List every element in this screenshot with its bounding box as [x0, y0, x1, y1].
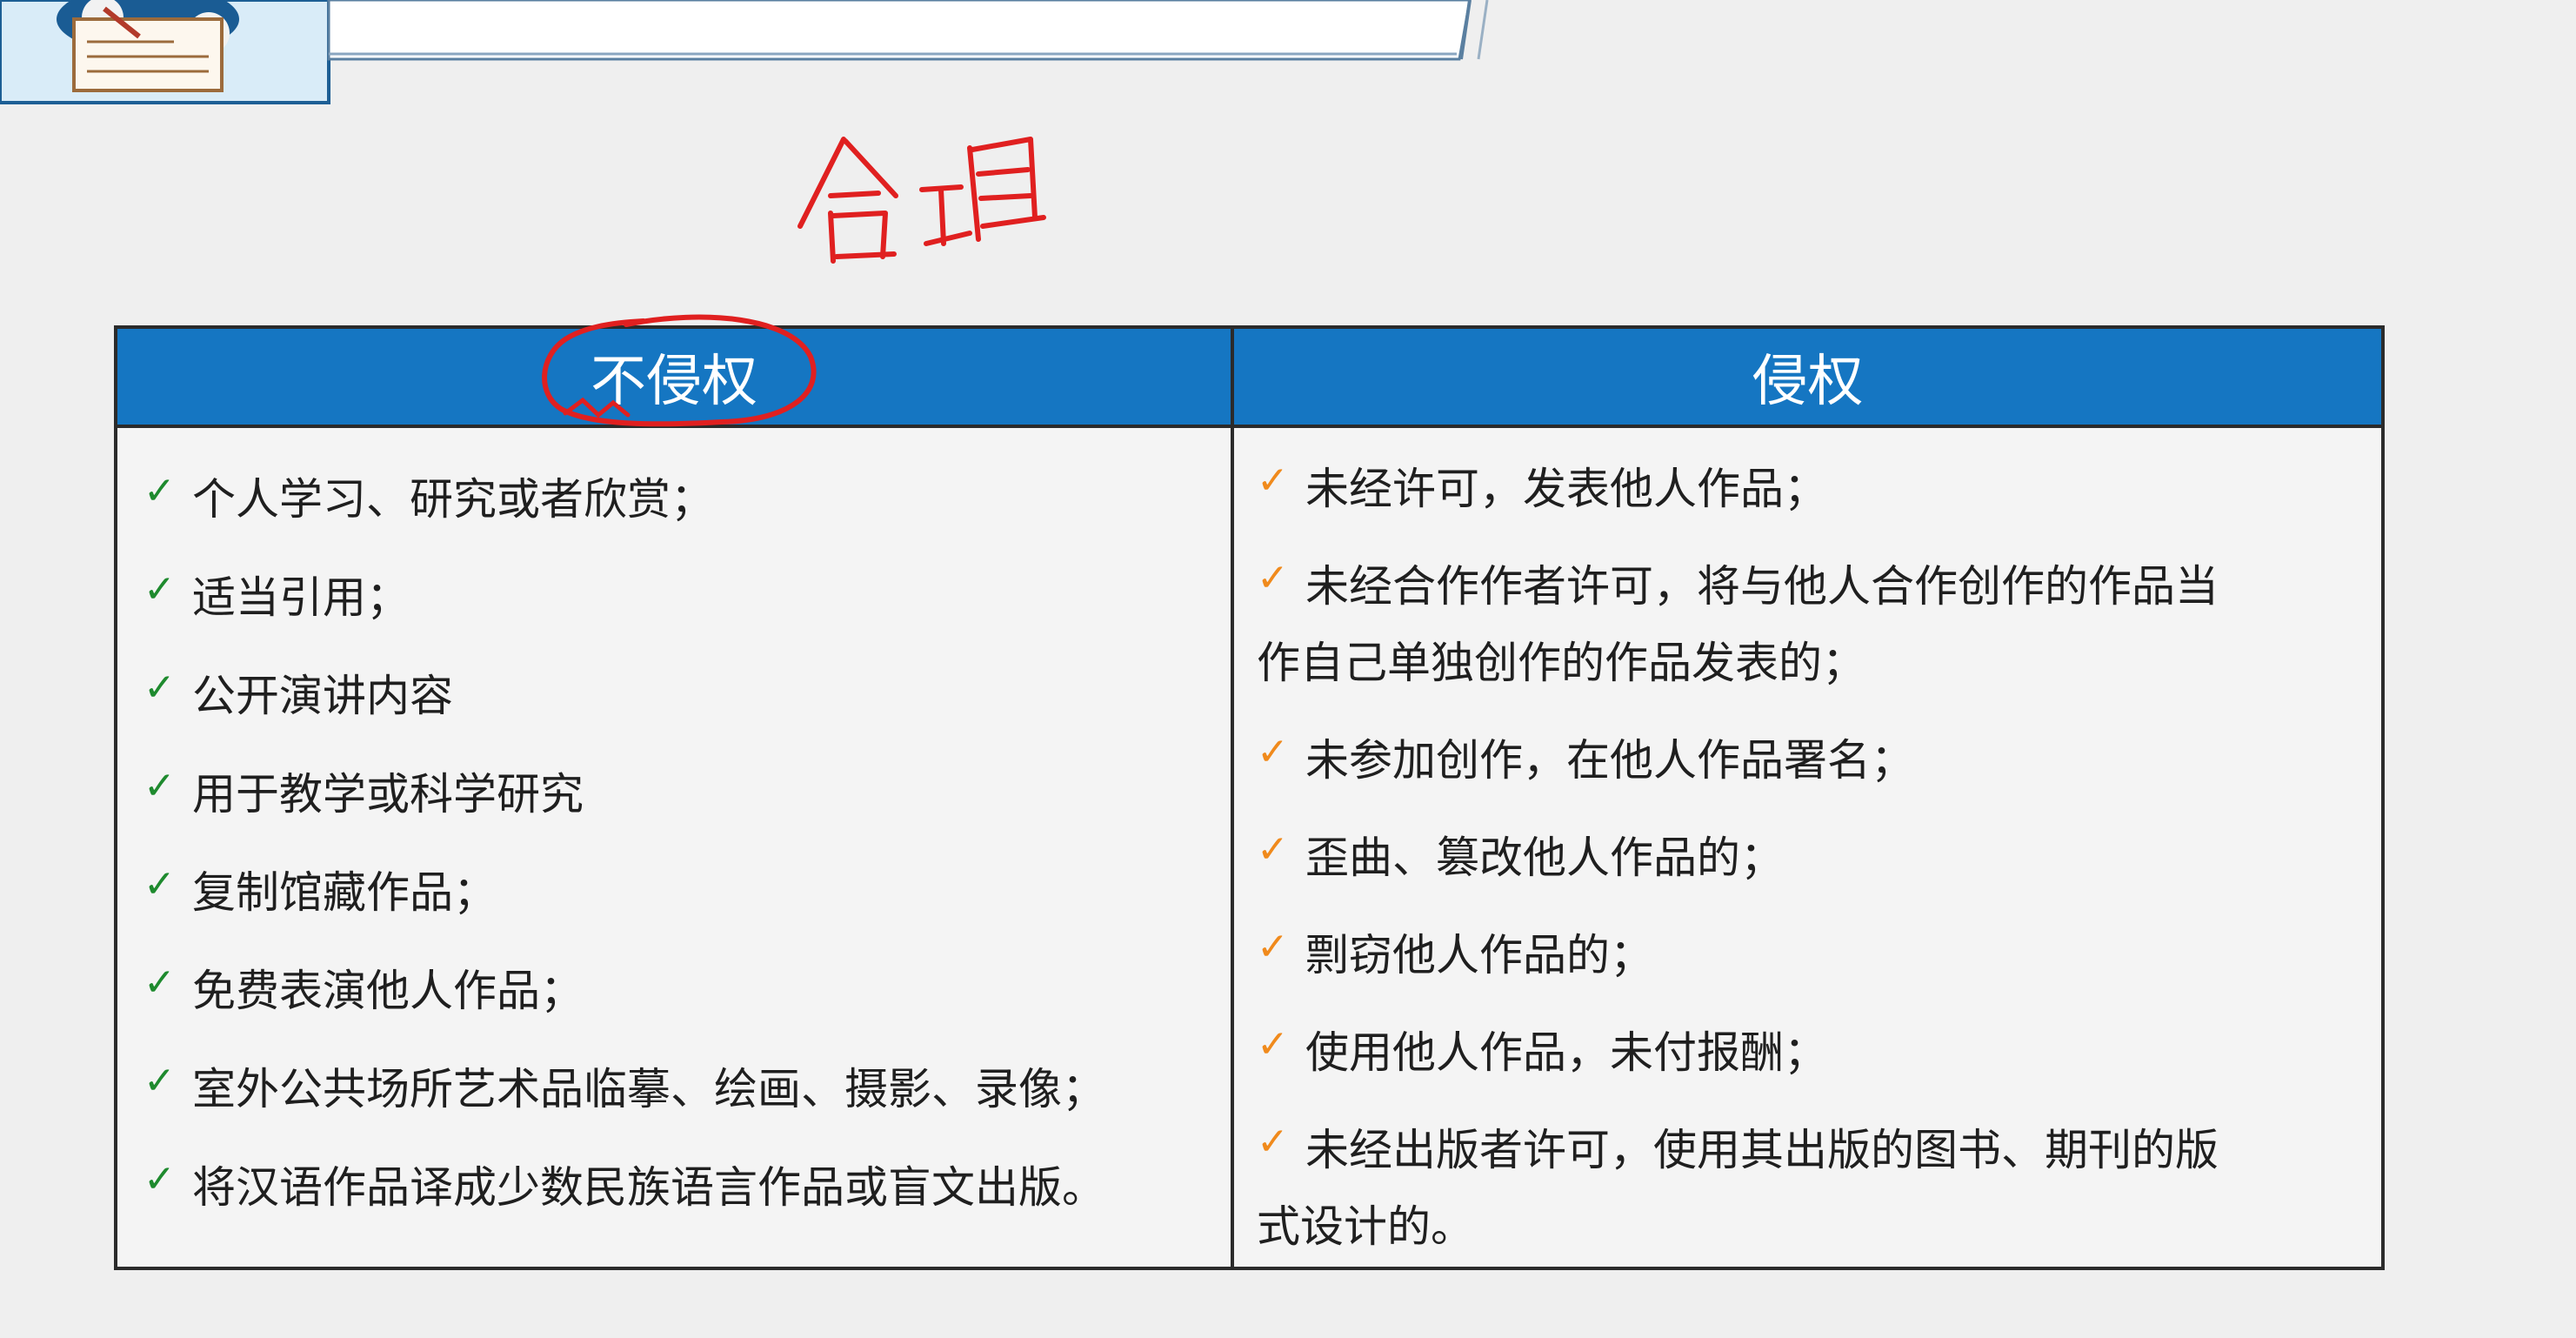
list-item: ✓ 未经出版者许可，使用其出版的图书、期刊的版 式设计的。: [1257, 1112, 2361, 1265]
list-item: ✓ 将汉语作品译成少数民族语言作品或盲文出版。: [143, 1149, 1222, 1226]
check-icon: ✓: [143, 862, 176, 906]
non-infringement-list: ✓ 个人学习、研究或者欣赏； ✓ 适当引用； ✓ 公开演讲内容 ✓ 用于教学或科学研究 …: [143, 461, 1222, 1248]
list-item: ✓ 未经许可，发表他人作品；: [1257, 451, 2361, 527]
check-icon: ✓: [1257, 925, 1289, 969]
list-item: ✓ 个人学习、研究或者欣赏；: [143, 461, 1222, 538]
check-icon: ✓: [143, 567, 176, 612]
check-icon: ✓: [1257, 827, 1289, 872]
check-icon: ✓: [143, 960, 176, 1005]
check-icon: ✓: [143, 764, 176, 808]
table-header-row: 不侵权 侵权: [117, 329, 2381, 428]
check-icon: ✓: [1257, 556, 1289, 600]
header-circle-annotation: [542, 314, 817, 427]
list-item: ✓ 未经合作作者许可，将与他人合作创作的作品当 作自己单独创作的作品发表的；: [1257, 548, 2361, 701]
check-icon: ✓: [1257, 730, 1289, 774]
list-item: ✓ 免费表演他人作品；: [143, 953, 1222, 1029]
document-writing-icon: [57, 0, 239, 92]
list-item: ✓ 用于教学或科学研究: [143, 756, 1222, 833]
handwritten-annotation: 合理: [797, 137, 1046, 264]
list-item: ✓ 复制馆藏作品；: [143, 854, 1222, 931]
infringement-list: ✓ 未经许可，发表他人作品； ✓ 未经合作作者许可，将与他人合作创作的作品当 作自己单…: [1257, 451, 2361, 1286]
list-item: ✓ 公开演讲内容: [143, 658, 1222, 734]
comparison-table: 不侵权 侵权 ✓ 个人学习、研究或者欣赏； ✓ 适当引用； ✓ 公开演讲内容 ✓ 用于教…: [114, 325, 2385, 1270]
list-item: ✓ 未参加创作，在他人作品署名；: [1257, 722, 2361, 799]
list-item: ✓ 歪曲、篡改他人作品的；: [1257, 820, 2361, 896]
check-icon: ✓: [1257, 1022, 1289, 1067]
list-item: ✓ 适当引用；: [143, 559, 1222, 636]
list-item: ✓ 剽窃他人作品的；: [1257, 917, 2361, 993]
check-icon: ✓: [143, 469, 176, 513]
list-item: ✓ 使用他人作品，未付报酬；: [1257, 1014, 2361, 1091]
check-icon: ✓: [143, 1059, 176, 1103]
header-infringement: 侵权: [1752, 350, 1864, 414]
check-icon: ✓: [143, 666, 176, 710]
top-banner-decoration: [0, 0, 1489, 104]
check-icon: ✓: [143, 1157, 176, 1201]
check-icon: ✓: [1257, 458, 1289, 503]
list-item: ✓ 室外公共场所艺术品临摹、绘画、摄影、录像；: [143, 1051, 1222, 1127]
check-icon: ✓: [1257, 1120, 1289, 1164]
column-divider: [1231, 329, 1234, 1267]
